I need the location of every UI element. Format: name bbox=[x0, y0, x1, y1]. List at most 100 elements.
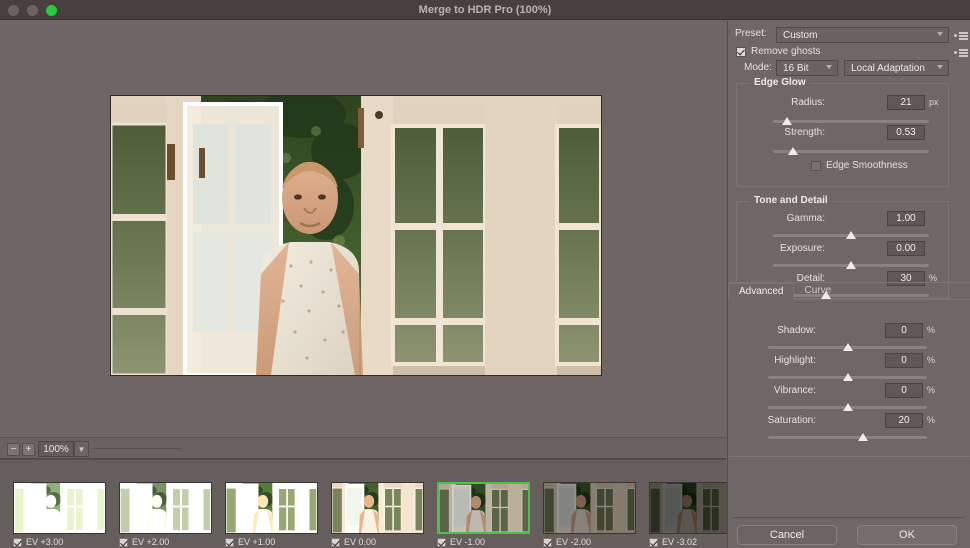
strength-label: Strength: bbox=[784, 127, 825, 138]
hdr-preview-image[interactable] bbox=[110, 95, 602, 376]
highlight-unit: % bbox=[927, 355, 936, 365]
strength-input[interactable]: 0.53 bbox=[887, 125, 925, 140]
edge-smoothness-label: Edge Smoothness bbox=[826, 160, 908, 171]
mode-method-value: Local Adaptation bbox=[851, 62, 925, 74]
radius-input[interactable]: 21 bbox=[887, 95, 925, 110]
radius-slider-thumb[interactable] bbox=[782, 117, 793, 125]
thumbnail-item-1[interactable]: EV +2.00 bbox=[119, 482, 225, 547]
vibrance-input[interactable]: 0 bbox=[885, 383, 923, 398]
footer-divider bbox=[733, 517, 965, 518]
advanced-tabs: Advanced Curve bbox=[728, 283, 970, 300]
thumbnail-image[interactable] bbox=[119, 482, 212, 534]
radius-label: Radius: bbox=[791, 97, 825, 108]
hdr-settings-panel: Preset: Custom Remove ghosts Mode: 16 Bi… bbox=[727, 21, 970, 548]
highlight-input[interactable]: 0 bbox=[885, 353, 923, 368]
thumbnail-image[interactable] bbox=[331, 482, 424, 534]
thumbnail-image[interactable] bbox=[225, 482, 318, 534]
mode-method-select[interactable]: Local Adaptation bbox=[844, 60, 949, 76]
thumbnail-checkbox[interactable] bbox=[331, 537, 340, 547]
merge-to-hdr-pro-window: Merge to HDR Pro (100%) − + 100% ▼ EV +3… bbox=[0, 0, 970, 548]
preset-value: Custom bbox=[783, 29, 818, 41]
chevron-down-icon[interactable]: ▼ bbox=[74, 441, 89, 457]
shadow-unit: % bbox=[927, 325, 936, 335]
saturation-slider-track bbox=[768, 436, 927, 439]
thumbnail-ev-label: EV -1.00 bbox=[450, 537, 486, 547]
thumbnail-item-5[interactable]: EV -2.00 bbox=[543, 482, 649, 547]
gamma-slider[interactable] bbox=[773, 229, 929, 241]
thumbnail-checkbox[interactable] bbox=[543, 537, 552, 547]
dialog-footer: Cancel OK bbox=[727, 521, 970, 548]
preset-row: Preset: bbox=[735, 28, 767, 39]
exposure-slider[interactable] bbox=[773, 259, 929, 271]
remove-ghosts-checkbox[interactable] bbox=[736, 46, 746, 57]
exposure-slider-thumb[interactable] bbox=[846, 261, 856, 269]
radius-slider-track bbox=[773, 120, 929, 123]
mode-label: Mode: bbox=[744, 62, 772, 73]
tone-and-detail-title: Tone and Detail bbox=[749, 195, 833, 206]
edge-glow-group: Edge Glow Radius: 21 px Strength: 0.53 E… bbox=[736, 77, 949, 187]
thumbnail-item-2[interactable]: EV +1.00 bbox=[225, 482, 331, 547]
remove-ghosts-flyout-menu-icon[interactable] bbox=[954, 47, 968, 58]
edge-smoothness-checkbox[interactable] bbox=[811, 160, 821, 171]
advanced-curve-group: Advanced Curve Shadow: 0 % Highlight: 0 … bbox=[728, 282, 970, 457]
ok-button[interactable]: OK bbox=[857, 525, 957, 545]
thumbnail-checkbox[interactable] bbox=[13, 537, 22, 547]
remove-ghosts-label: Remove ghosts bbox=[751, 46, 821, 57]
thumbnail-item-4[interactable]: EV -1.00 bbox=[437, 482, 543, 547]
gamma-input[interactable]: 1.00 bbox=[887, 211, 925, 226]
saturation-slider[interactable] bbox=[768, 431, 927, 443]
remove-ghosts-row[interactable]: Remove ghosts bbox=[736, 46, 820, 57]
vibrance-label: Vibrance: bbox=[773, 385, 816, 396]
thumbnail-item-0[interactable]: EV +3.00 bbox=[13, 482, 119, 547]
exposure-input[interactable]: 0.00 bbox=[887, 241, 925, 256]
thumbnail-checkbox[interactable] bbox=[119, 537, 128, 547]
saturation-label: Saturation: bbox=[767, 415, 816, 426]
shadow-input[interactable]: 0 bbox=[885, 323, 923, 338]
saturation-unit: % bbox=[927, 415, 936, 425]
exposure-label: Exposure: bbox=[779, 243, 825, 254]
highlight-slider-thumb[interactable] bbox=[842, 373, 853, 381]
vibrance-slider[interactable] bbox=[768, 401, 927, 413]
tab-advanced[interactable]: Advanced bbox=[728, 283, 795, 300]
shadow-slider-thumb[interactable] bbox=[842, 343, 853, 351]
title-bar: Merge to HDR Pro (100%) bbox=[0, 0, 970, 20]
thumbnail-label-row: EV +2.00 bbox=[119, 537, 225, 547]
preset-flyout-menu-icon[interactable] bbox=[954, 30, 968, 41]
thumbnail-checkbox[interactable] bbox=[437, 537, 446, 547]
thumbnail-item-3[interactable]: EV 0.00 bbox=[331, 482, 437, 547]
preset-select[interactable]: Custom bbox=[776, 27, 949, 43]
highlight-slider[interactable] bbox=[768, 371, 927, 383]
saturation-input[interactable]: 20 bbox=[885, 413, 923, 428]
shadow-label: Shadow: bbox=[777, 325, 816, 336]
vibrance-unit: % bbox=[927, 385, 936, 395]
cancel-button[interactable]: Cancel bbox=[737, 525, 837, 545]
vibrance-slider-thumb[interactable] bbox=[842, 403, 853, 411]
saturation-slider-thumb[interactable] bbox=[858, 433, 869, 441]
thumbnail-label-row: EV 0.00 bbox=[331, 537, 437, 547]
gamma-slider-thumb[interactable] bbox=[846, 231, 856, 239]
thumbnail-image[interactable] bbox=[543, 482, 636, 534]
chevron-down-icon bbox=[937, 32, 943, 36]
window-title: Merge to HDR Pro (100%) bbox=[418, 4, 552, 16]
zoom-level-value[interactable]: 100% bbox=[38, 441, 74, 457]
zoom-toolbar: − + 100% ▼ bbox=[0, 437, 726, 459]
zoom-in-icon[interactable]: + bbox=[22, 443, 35, 456]
zoom-out-icon[interactable]: − bbox=[7, 443, 20, 456]
thumbnail-label-row: EV +3.00 bbox=[13, 537, 119, 547]
shadow-slider[interactable] bbox=[768, 341, 927, 353]
tab-curve[interactable]: Curve bbox=[794, 283, 841, 300]
thumbnail-image[interactable] bbox=[13, 482, 106, 534]
thumbnail-label-row: EV -1.00 bbox=[437, 537, 543, 547]
thumbnail-label-row: EV +1.00 bbox=[225, 537, 331, 547]
strength-slider[interactable] bbox=[773, 145, 929, 157]
chevron-down-icon bbox=[826, 65, 832, 69]
thumbnail-ev-label: EV -2.00 bbox=[556, 537, 592, 547]
strength-slider-thumb[interactable] bbox=[788, 147, 799, 155]
edge-smoothness-row[interactable]: Edge Smoothness bbox=[811, 160, 908, 171]
gamma-label: Gamma: bbox=[786, 213, 825, 224]
mode-bit-depth-select[interactable]: 16 Bit bbox=[776, 60, 838, 76]
thumbnail-checkbox[interactable] bbox=[225, 537, 234, 547]
thumbnail-image[interactable] bbox=[437, 482, 530, 534]
preview-area[interactable] bbox=[0, 21, 726, 437]
thumbnail-checkbox[interactable] bbox=[649, 537, 658, 547]
